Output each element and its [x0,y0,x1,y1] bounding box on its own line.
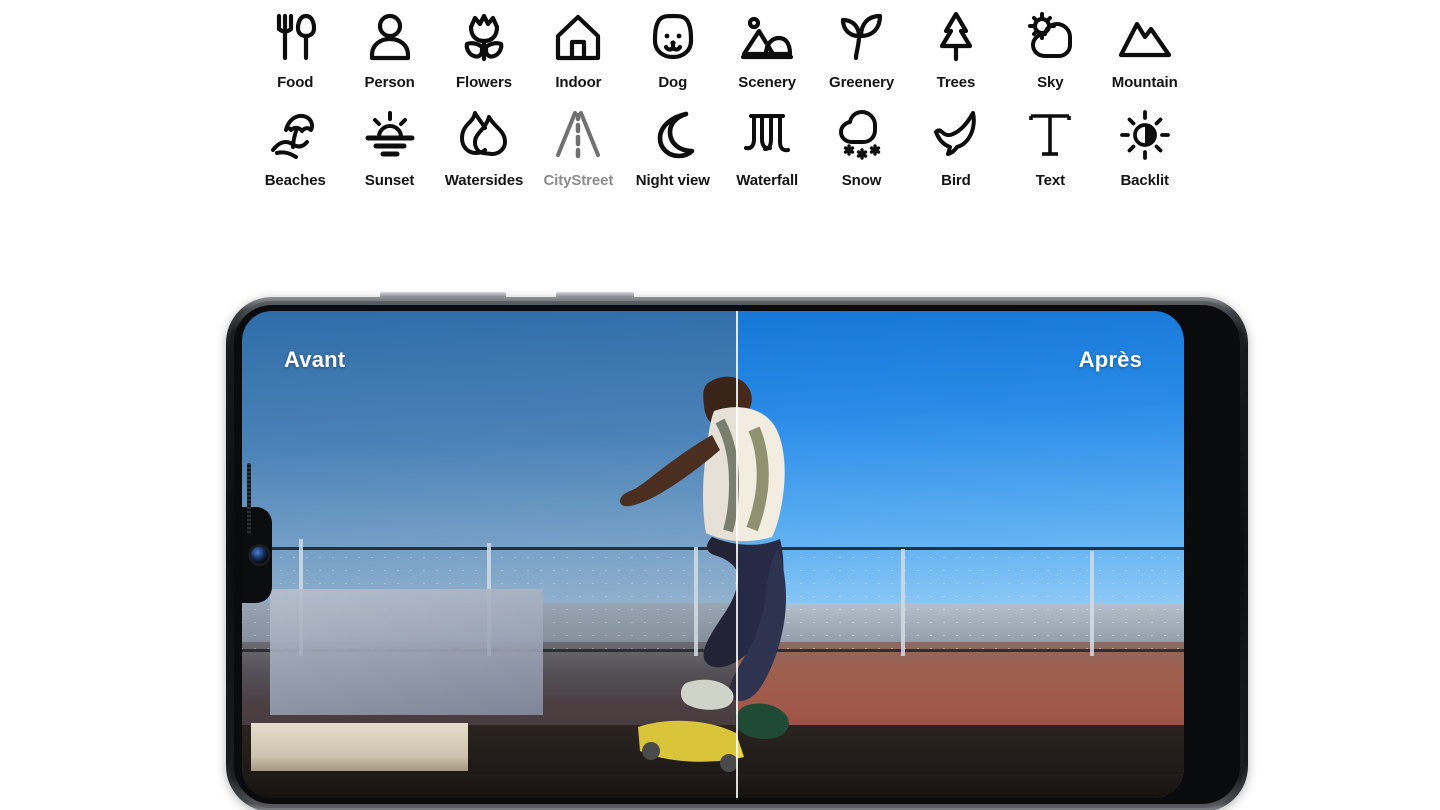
mountain-icon [1112,4,1178,70]
backlit-icon [1112,102,1178,168]
food-icon [262,4,328,70]
flowers-icon [451,4,517,70]
scene-label: Backlit [1120,172,1169,189]
scene-item-snow[interactable]: Snow [814,102,908,188]
scene-item-watersides[interactable]: Watersides [437,102,531,188]
scene-row-1: Food Person Flowers Indoor Dog Scenery G… [248,4,1192,90]
before-label: Avant [284,347,346,372]
scene-label: Greenery [829,74,895,91]
greenery-icon [829,4,895,70]
bird-icon [923,102,989,168]
scene-item-food[interactable]: Food [248,4,342,90]
scenery-icon [734,4,800,70]
scene-label: Dog [658,74,688,91]
person-icon [357,4,423,70]
citystreet-icon [545,102,611,168]
after-image-half [735,311,1184,798]
beaches-icon [262,102,328,168]
night-view-icon [640,102,706,168]
before-after-divider[interactable] [735,311,738,798]
scene-item-citystreet[interactable]: CityStreet [531,102,625,188]
indoor-icon [545,4,611,70]
earpiece-speaker [247,462,251,535]
scene-label: Mountain [1111,74,1178,91]
dog-icon [640,4,706,70]
scene-label: Scenery [738,74,796,91]
trees-icon [923,4,989,70]
watersides-icon [451,102,517,168]
scene-optimizer-grid: Food Person Flowers Indoor Dog Scenery G… [248,4,1192,188]
scene-row-2: Beaches Sunset Watersides CityStreet Nig… [248,102,1192,188]
scene-label: Flowers [455,74,512,91]
scene-label: Beaches [264,172,326,189]
scene-label: Person [364,74,415,91]
scene-label: CityStreet [543,172,614,189]
scene-item-greenery[interactable]: Greenery [814,4,908,90]
scene-item-bird[interactable]: Bird [909,102,1003,188]
scene-item-mountain[interactable]: Mountain [1098,4,1192,90]
scene-item-indoor[interactable]: Indoor [531,4,625,90]
front-camera-icon [251,546,268,563]
scene-item-text[interactable]: Text [1003,102,1097,188]
skateboarder-figure [620,376,736,772]
text-icon [1017,102,1083,168]
scene-item-night-view[interactable]: Night view [626,102,720,188]
scene-label: Bird [941,172,971,189]
waterfall-icon [734,102,800,168]
sky-icon [1017,4,1083,70]
skateboarder-figure [735,377,789,770]
scene-item-flowers[interactable]: Flowers [437,4,531,90]
scene-item-sunset[interactable]: Sunset [342,102,436,188]
scene-label: Snow [841,172,882,189]
scene-label: Text [1035,172,1065,189]
phone-body: Avant Après [226,297,1248,810]
sunset-icon [357,102,423,168]
scene-item-sky[interactable]: Sky [1003,4,1097,90]
after-label: Après [1078,347,1142,372]
phone-mockup: Avant Après [226,292,1248,810]
phone-screen[interactable]: Avant Après [242,311,1184,798]
scene-label: Food [277,74,314,91]
scene-label: Indoor [555,74,602,91]
scene-item-beaches[interactable]: Beaches [248,102,342,188]
scene-item-trees[interactable]: Trees [909,4,1003,90]
scene-item-dog[interactable]: Dog [626,4,720,90]
scene-label: Waterfall [736,172,799,189]
photo-after [735,311,1184,798]
snow-icon [829,102,895,168]
before-image-half [242,311,736,798]
scene-label: Sky [1037,74,1064,91]
scene-optimizer-page: Food Person Flowers Indoor Dog Scenery G… [0,0,1440,810]
scene-item-waterfall[interactable]: Waterfall [720,102,814,188]
scene-item-scenery[interactable]: Scenery [720,4,814,90]
scene-item-person[interactable]: Person [342,4,436,90]
scene-item-backlit[interactable]: Backlit [1098,102,1192,188]
scene-label: Trees [936,74,976,91]
photo-before [242,311,736,798]
scene-label: Watersides [444,172,524,189]
scene-label: Night view [635,172,710,189]
scene-label: Sunset [364,172,415,189]
